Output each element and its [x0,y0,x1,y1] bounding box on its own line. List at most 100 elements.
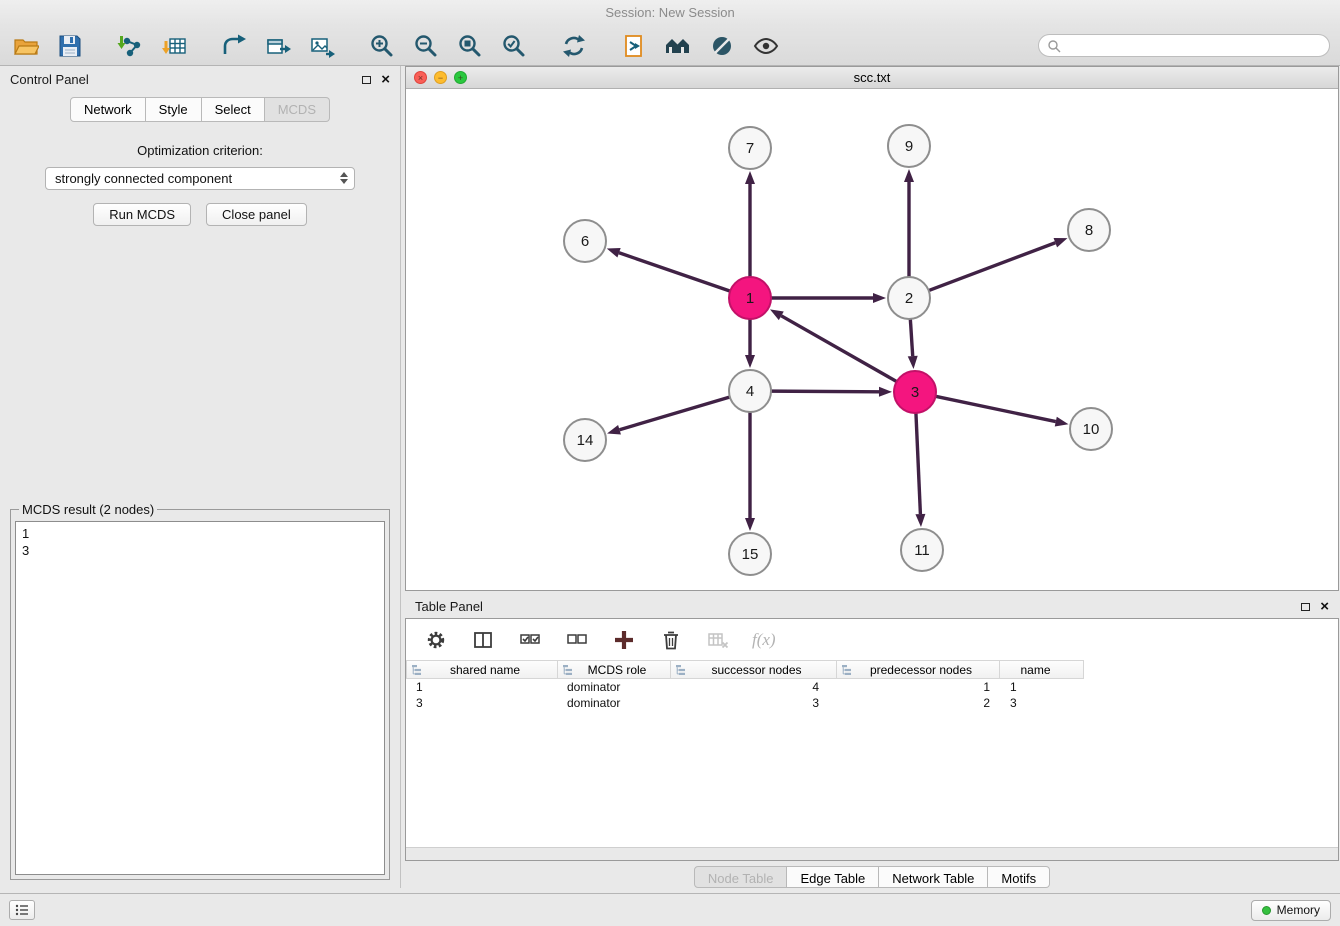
close-panel-icon[interactable]: × [381,73,390,87]
zoom-fit-button[interactable] [454,31,486,61]
graph-node-3[interactable]: 3 [894,371,936,413]
memory-button[interactable]: Memory [1251,900,1331,921]
refresh-button[interactable] [558,31,590,61]
network-canvas[interactable]: 7 9 6 8 1 2 4 3 14 10 15 11 [406,89,1338,590]
graph-arrowhead [879,387,892,397]
graph-edge-2-3[interactable] [910,319,912,356]
zoom-in-button[interactable] [366,31,398,61]
create-column-button[interactable] [611,627,637,653]
cell-shared-name[interactable]: 3 [406,695,558,711]
close-window-icon[interactable]: × [414,71,427,84]
circle-slash-icon [709,33,735,59]
delete-column-button[interactable] [658,627,684,653]
control-panel-tabbar: Network Style Select MCDS [0,97,400,122]
table-settings-button[interactable] [423,627,449,653]
graph-node-label: 6 [581,233,589,250]
cell-successor-nodes[interactable]: 4 [671,679,837,695]
delete-table-button[interactable] [705,627,731,653]
graph-edge-3-11[interactable] [916,413,920,514]
show-columns-button[interactable] [470,627,496,653]
copy-style-button[interactable] [618,31,650,61]
float-table-panel-icon[interactable] [1301,603,1310,611]
cell-mcds-role[interactable]: dominator [558,695,671,711]
open-file-button[interactable] [10,31,42,61]
network-window-titlebar[interactable]: × − + scc.txt [406,67,1338,89]
graph-node-14[interactable]: 14 [564,419,606,461]
column-header-name[interactable]: name [1000,660,1084,679]
show-hide-button[interactable] [750,31,782,61]
graph-node-7[interactable]: 7 [729,127,771,169]
table-panel-title: Table Panel [415,599,483,614]
select-all-columns-button[interactable] [517,627,543,653]
column-header-mcds-role[interactable]: MCDS role [558,660,671,679]
search-field[interactable] [1038,34,1330,57]
tab-motifs[interactable]: Motifs [988,866,1050,888]
plus-icon [613,629,635,651]
graph-arrowhead [770,309,784,320]
cell-successor-nodes[interactable]: 3 [671,695,837,711]
toolbar-group-network [218,31,338,61]
graph-node-9[interactable]: 9 [888,125,930,167]
import-network-button[interactable] [114,31,146,61]
import-table-button[interactable] [158,31,190,61]
optimization-criterion-select[interactable]: strongly connected component [45,167,355,190]
tab-node-table[interactable]: Node Table [694,866,788,888]
table-row[interactable]: 1 dominator 4 1 1 [406,679,1338,695]
graph-node-1[interactable]: 1 [729,277,771,319]
tab-select[interactable]: Select [202,97,265,122]
share-network-button[interactable] [218,31,250,61]
cell-name[interactable]: 1 [1000,679,1084,695]
zoom-selected-button[interactable] [498,31,530,61]
unselect-all-columns-button[interactable] [564,627,590,653]
tab-style[interactable]: Style [146,97,202,122]
cell-mcds-role[interactable]: dominator [558,679,671,695]
column-header-successor-nodes[interactable]: successor nodes [671,660,837,679]
save-session-button[interactable] [54,31,86,61]
cell-predecessor-nodes[interactable]: 1 [837,679,1000,695]
cell-shared-name[interactable]: 1 [406,679,558,695]
new-network-view-button[interactable] [262,31,294,61]
home-layout-button[interactable] [662,31,694,61]
minimize-window-icon[interactable]: − [434,71,447,84]
graph-node-10[interactable]: 10 [1070,408,1112,450]
mcds-result-box[interactable]: 1 3 [15,521,385,875]
column-header-shared-name[interactable]: shared name [406,660,558,679]
graph-node-4[interactable]: 4 [729,370,771,412]
search-input[interactable] [1066,39,1321,53]
table-row[interactable]: 3 dominator 3 2 3 [406,695,1338,711]
graph-edge-4-14[interactable] [620,397,730,430]
graph-edge-3-10[interactable] [936,396,1056,421]
graph-edge-1-6[interactable] [619,253,730,291]
close-panel-button[interactable]: Close panel [206,203,307,226]
export-image-button[interactable] [306,31,338,61]
maximize-window-icon[interactable]: + [454,71,467,84]
close-table-panel-icon[interactable]: × [1320,600,1329,614]
apply-style-button[interactable] [706,31,738,61]
toolbar-group-refresh [558,31,590,61]
graph-node-6[interactable]: 6 [564,220,606,262]
table-scrollbar-track[interactable] [406,847,1338,860]
graph-edge-3-1[interactable] [781,316,896,382]
table-toolbar: f(x) [406,619,1338,660]
function-builder-button[interactable]: f(x) [752,630,776,650]
graph-node-15[interactable]: 15 [729,533,771,575]
task-history-button[interactable] [9,900,35,920]
tab-edge-table[interactable]: Edge Table [787,866,879,888]
column-header-predecessor-nodes[interactable]: predecessor nodes [837,660,1000,679]
import-table-icon [161,33,187,59]
float-panel-icon[interactable] [362,76,371,84]
graph-arrowhead [904,169,914,182]
graph-edge-2-8[interactable] [929,243,1056,291]
graph-node-2[interactable]: 2 [888,277,930,319]
tab-mcds[interactable]: MCDS [265,97,330,122]
graph-node-8[interactable]: 8 [1068,209,1110,251]
tab-network-table[interactable]: Network Table [879,866,988,888]
tab-network[interactable]: Network [70,97,146,122]
graph-node-11[interactable]: 11 [901,529,943,571]
graph-edge-4-3[interactable] [771,391,879,392]
zoom-out-button[interactable] [410,31,442,61]
graph-node-label: 3 [911,384,919,401]
run-mcds-button[interactable]: Run MCDS [93,203,191,226]
cell-predecessor-nodes[interactable]: 2 [837,695,1000,711]
cell-name[interactable]: 3 [1000,695,1084,711]
